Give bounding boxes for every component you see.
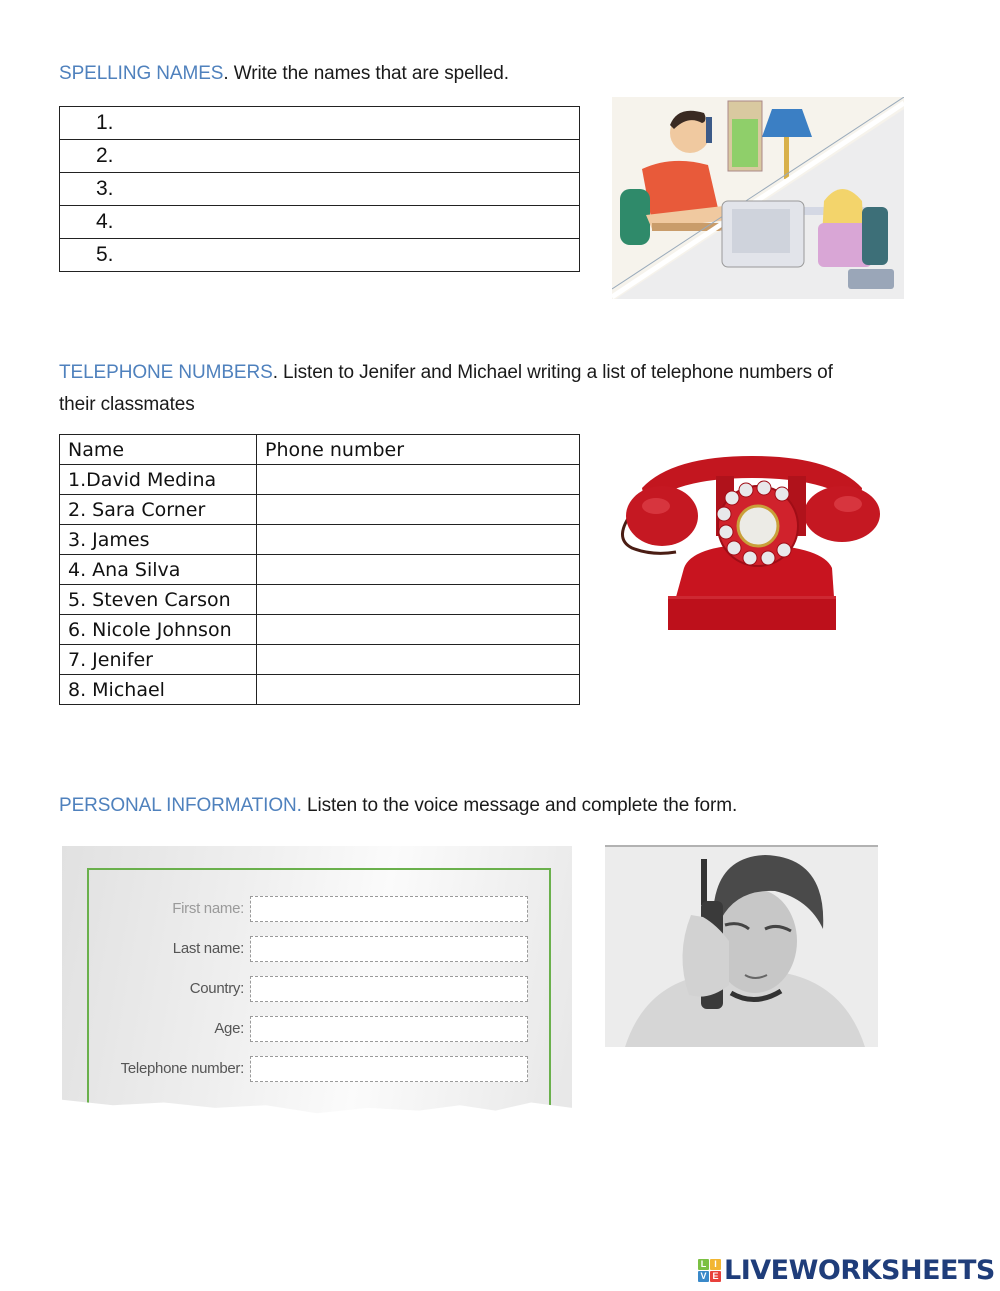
phone-number-cell[interactable]: [256, 614, 580, 645]
table-header-row: Name Phone number: [59, 434, 580, 465]
form-row-age: Age:: [62, 1016, 532, 1044]
phone-numbers-table: Name Phone number 1.David Medina 2. Sara…: [59, 434, 580, 705]
table-row: 5. Steven Carson: [59, 584, 580, 615]
student-name: 8. Michael: [59, 674, 257, 705]
column-header-phone: Phone number: [256, 434, 580, 465]
age-label: Age:: [214, 1020, 244, 1037]
personal-heading: PERSONAL INFORMATION.: [59, 795, 302, 816]
spelling-row[interactable]: 2.: [59, 139, 580, 173]
country-field[interactable]: [250, 976, 528, 1002]
country-label: Country:: [189, 980, 245, 997]
logo-text: LIVEWORKSHEETS: [724, 1254, 995, 1286]
phone-number-cell[interactable]: [256, 674, 580, 705]
table-row: 7. Jenifer: [59, 644, 580, 675]
table-row: 2. Sara Corner: [59, 494, 580, 525]
form-row-last-name: Last name:: [62, 936, 532, 964]
last-name-label: Last name:: [172, 940, 245, 957]
spelling-row[interactable]: 5.: [59, 238, 580, 272]
form-row-first-name: First name:: [62, 896, 532, 924]
phone-number-cell[interactable]: [256, 584, 580, 615]
student-name: 1.David Medina: [59, 464, 257, 495]
table-row: 4. Ana Silva: [59, 554, 580, 585]
spelling-row[interactable]: 3.: [59, 172, 580, 206]
phone-number-cell[interactable]: [256, 494, 580, 525]
student-name: 7. Jenifer: [59, 644, 257, 675]
student-name: 3. James: [59, 524, 257, 555]
student-name: 4. Ana Silva: [59, 554, 257, 585]
spelling-row[interactable]: 4.: [59, 205, 580, 239]
red-rotary-phone-image: [612, 448, 888, 644]
student-name: 6. Nicole Johnson: [59, 614, 257, 645]
telephone-number-label: Telephone number:: [120, 1060, 245, 1077]
spelling-table: 1. 2. 3. 4. 5.: [59, 106, 580, 272]
man-on-phone-svg: [605, 845, 878, 1047]
phone-call-illustration-svg: [612, 97, 904, 299]
telephone-heading: TELEPHONE NUMBERS: [59, 362, 273, 383]
spelling-instruction: SPELLING NAMES. Write the names that are…: [59, 63, 509, 84]
student-name: 2. Sara Corner: [59, 494, 257, 525]
phone-number-cell[interactable]: [256, 644, 580, 675]
form-row-country: Country:: [62, 976, 532, 1004]
first-name-label: First name:: [172, 900, 244, 917]
telephone-instruction: TELEPHONE NUMBERS. Listen to Jenifer and…: [59, 362, 833, 415]
red-phone-svg: [621, 456, 880, 630]
table-row: 8. Michael: [59, 674, 580, 705]
spelling-heading: SPELLING NAMES: [59, 63, 224, 84]
personal-info-form: First name: Last name: Country: Age: Tel…: [62, 846, 572, 1114]
liveworksheets-logo[interactable]: L I V E LIVEWORKSHEETS: [698, 1254, 995, 1286]
table-row: 1.David Medina: [59, 464, 580, 495]
phone-number-cell[interactable]: [256, 554, 580, 585]
live-badge-icon: L I V E: [698, 1258, 721, 1282]
table-row: 6. Nicole Johnson: [59, 614, 580, 645]
column-header-name: Name: [59, 434, 257, 465]
personal-instruction: PERSONAL INFORMATION. Listen to the voic…: [59, 795, 738, 816]
student-name: 5. Steven Carson: [59, 584, 257, 615]
age-field[interactable]: [250, 1016, 528, 1042]
phone-number-cell[interactable]: [256, 464, 580, 495]
phone-number-cell[interactable]: [256, 524, 580, 555]
spelling-row[interactable]: 1.: [59, 106, 580, 140]
form-row-telephone: Telephone number:: [62, 1056, 532, 1084]
first-name-field[interactable]: [250, 896, 528, 922]
man-on-phone-photo: [605, 845, 878, 1047]
table-row: 3. James: [59, 524, 580, 555]
last-name-field[interactable]: [250, 936, 528, 962]
phone-call-illustration: [612, 97, 904, 299]
telephone-number-field[interactable]: [250, 1056, 528, 1082]
